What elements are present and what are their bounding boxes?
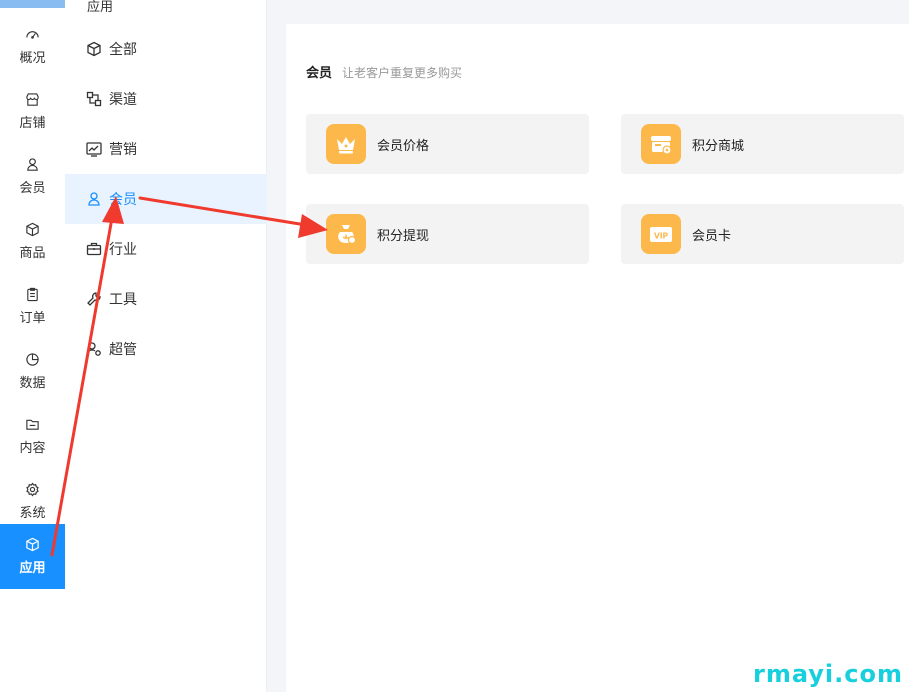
pie-icon: [26, 353, 39, 366]
vip-card-icon: VIP: [641, 214, 681, 254]
rail-item-label: 内容: [19, 441, 46, 456]
rail-item-member[interactable]: 会员: [0, 144, 65, 209]
primary-nav: 概况 店铺 会员 商品 订单 数据 内容 系统 应用: [0, 0, 65, 692]
svg-text:VIP: VIP: [654, 232, 669, 241]
rail-item-label: 店铺: [19, 116, 46, 131]
card-label: 积分提现: [377, 228, 430, 244]
clipboard-icon: [27, 287, 38, 302]
section-subtitle: 让老客户重复更多购买: [342, 66, 463, 80]
secondary-nav: 全部 渠道 营销 会员 行业 工具 超管: [65, 0, 267, 692]
app-card-member-price[interactable]: 会员价格: [306, 114, 589, 174]
rail-item-label: 概况: [19, 51, 46, 66]
app-card-points-mall[interactable]: 积分商城: [621, 114, 904, 174]
money-bag-icon: [326, 214, 366, 254]
crown-icon: [326, 124, 366, 164]
subnav-item-industry[interactable]: 行业: [65, 224, 267, 274]
rail-item-data[interactable]: 数据: [0, 339, 65, 404]
briefcase-icon: [86, 242, 102, 256]
subnav-item-label: 行业: [109, 242, 137, 258]
store-icon: [26, 93, 39, 106]
folder-icon: [26, 419, 39, 430]
channel-icon: [86, 91, 102, 107]
rail-item-apps[interactable]: 应用: [0, 524, 65, 589]
rail-item-label: 数据: [19, 376, 46, 391]
subnav-title: 应用: [86, 0, 113, 15]
rail-item-label: 系统: [19, 506, 46, 521]
rail-item-label: 订单: [19, 311, 46, 326]
card-label: 会员卡: [692, 228, 732, 244]
rail-item-orders[interactable]: 订单: [0, 274, 65, 339]
user-icon: [88, 192, 100, 206]
subnav-item-label: 全部: [109, 42, 137, 58]
section-title: 会员: [306, 66, 333, 81]
box-icon: [26, 222, 39, 237]
logo: [0, 0, 65, 8]
subnav-item-member[interactable]: 会员: [65, 174, 267, 224]
rail-item-label: 商品: [19, 246, 46, 261]
subnav-item-marketing[interactable]: 营销: [65, 124, 267, 174]
section-header: 会员 让老客户重复更多购买: [306, 62, 462, 81]
rail-item-overview[interactable]: 概况: [0, 14, 65, 79]
user-icon: [27, 158, 38, 171]
app-card-points-withdraw[interactable]: 积分提现: [306, 204, 589, 264]
app-window: 概况 店铺 会员 商品 订单 数据 内容 系统 应用 全部 渠道 营销 会员 行…: [0, 0, 909, 692]
subnav-item-label: 超管: [109, 342, 137, 358]
rail-item-store[interactable]: 店铺: [0, 79, 65, 144]
gear-icon: [26, 482, 39, 497]
subnav-item-label: 工具: [109, 292, 137, 308]
app-card-member-card[interactable]: VIP 会员卡: [621, 204, 904, 264]
main-panel: 会员 让老客户重复更多购买 会员价格 积分商城 积分提现 VIP 会员卡: [286, 24, 909, 692]
admin-icon: [86, 342, 101, 356]
rail-item-goods[interactable]: 商品: [0, 209, 65, 274]
dashboard-icon: [26, 31, 39, 39]
rail-item-label: 会员: [19, 181, 46, 196]
chart-icon: [86, 142, 102, 157]
cube-icon: [26, 537, 39, 552]
subnav-item-all[interactable]: 全部: [65, 24, 267, 74]
subnav-item-tools[interactable]: 工具: [65, 274, 267, 324]
cube-icon: [87, 41, 101, 57]
card-label: 会员价格: [377, 138, 430, 154]
subnav-item-label: 营销: [109, 142, 137, 158]
rail-item-content[interactable]: 内容: [0, 404, 65, 469]
tool-icon: [87, 292, 101, 306]
card-label: 积分商城: [692, 138, 745, 154]
subnav-item-label: 渠道: [109, 92, 137, 108]
subnav-item-admin[interactable]: 超管: [65, 324, 267, 374]
subnav-item-channel[interactable]: 渠道: [65, 74, 267, 124]
rail-item-label: 应用: [19, 561, 46, 576]
points-mall-icon: [641, 124, 681, 164]
watermark: rmayi.com: [752, 660, 903, 688]
subnav-item-label: 会员: [109, 192, 137, 208]
